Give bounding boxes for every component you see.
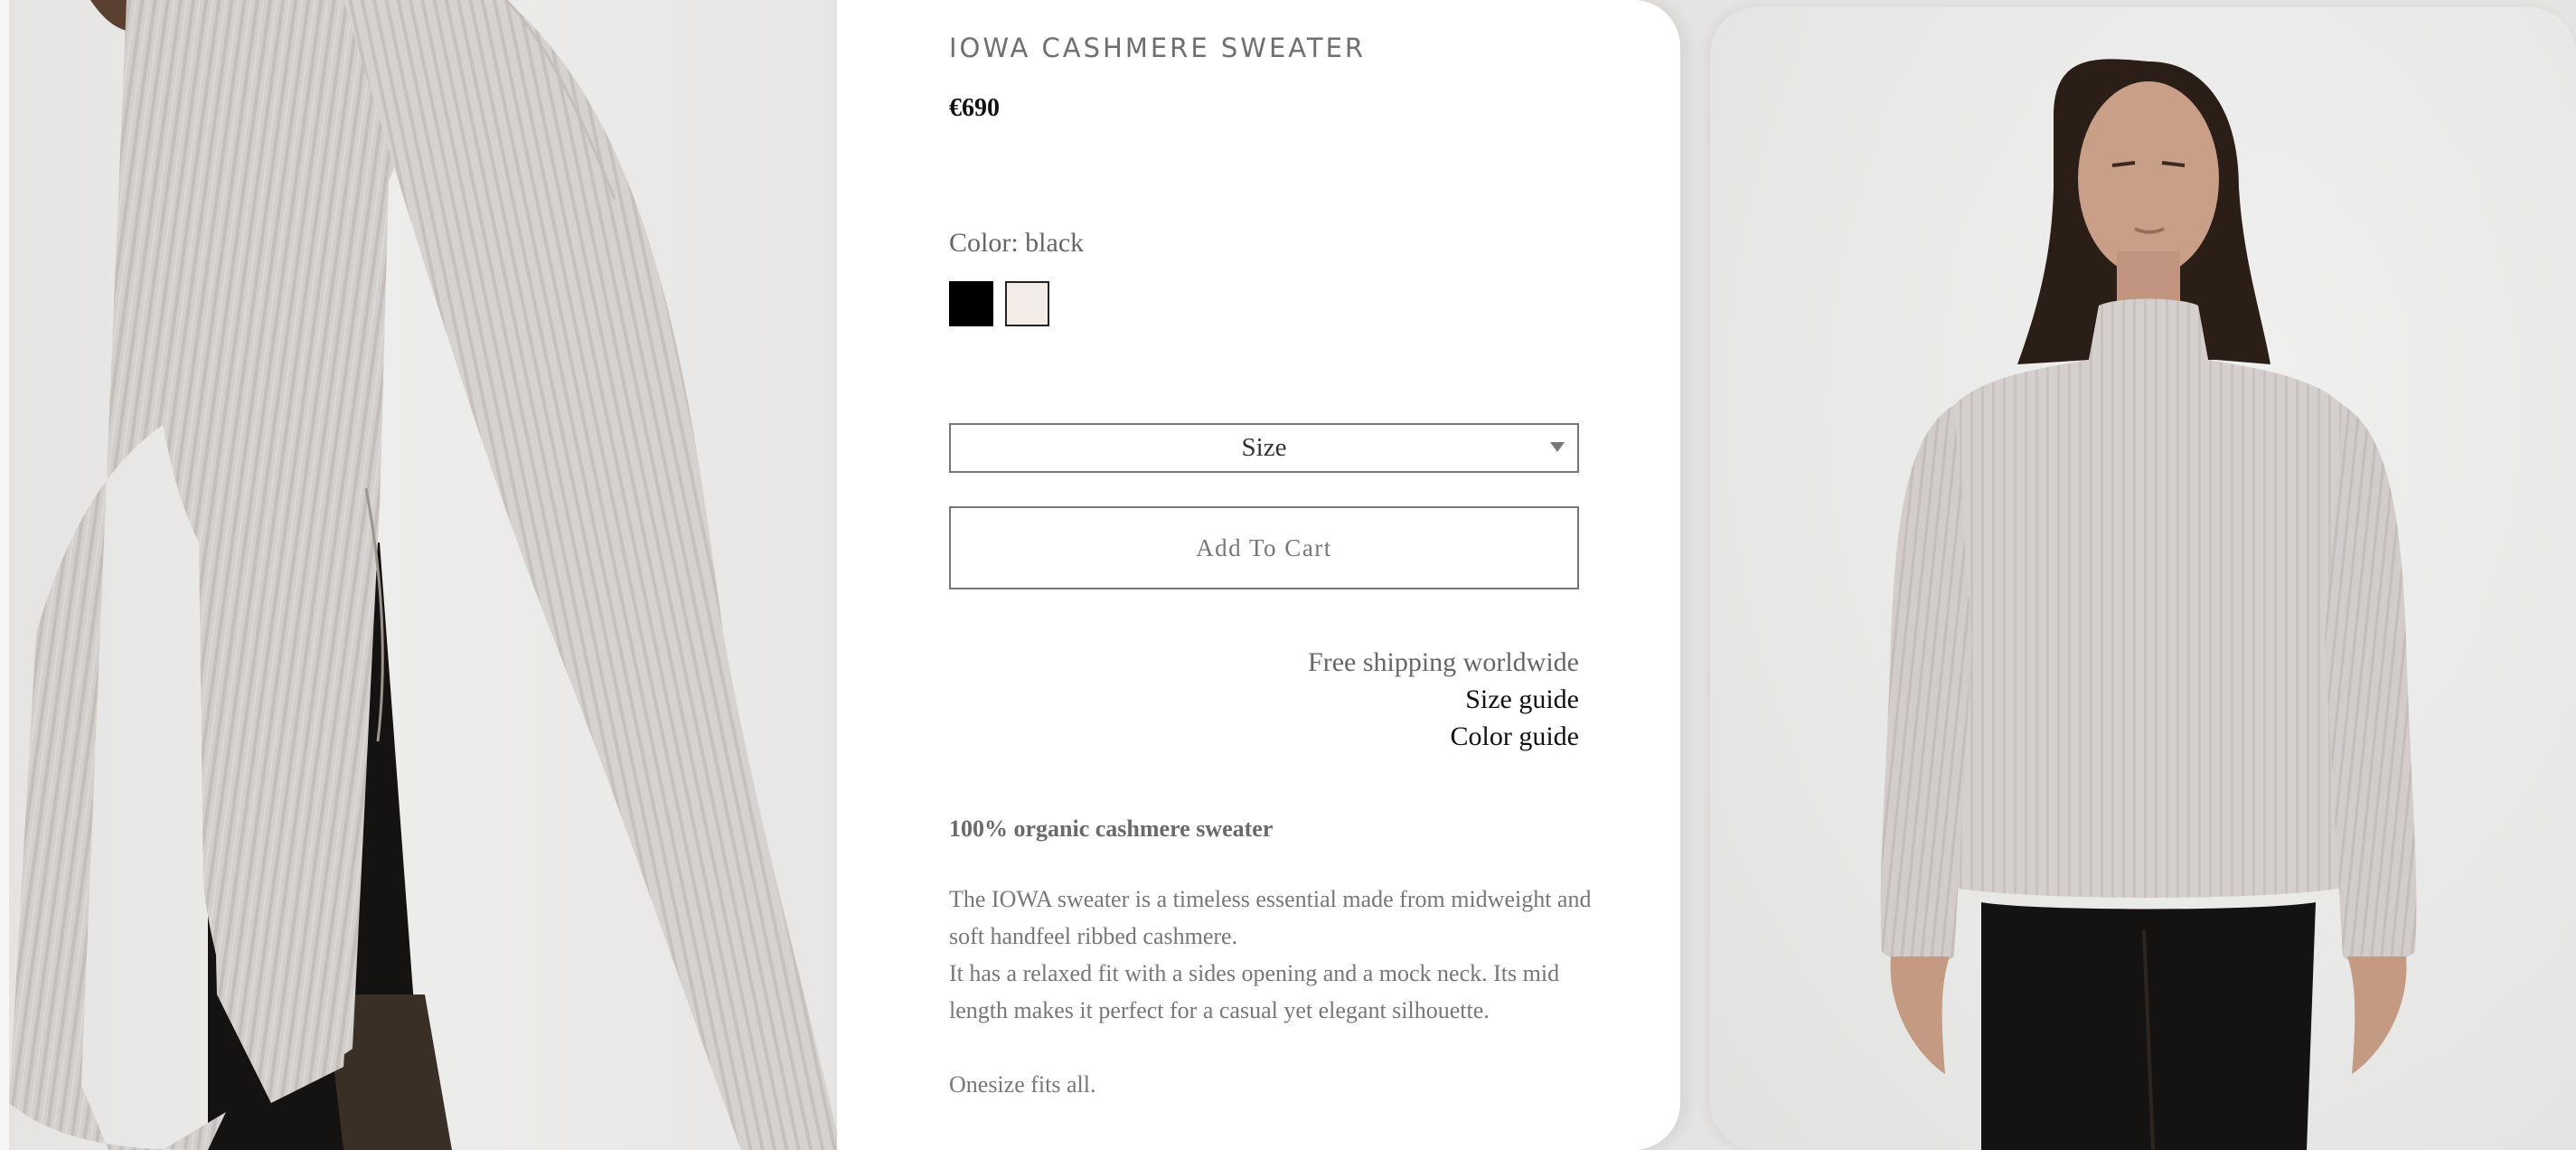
info-links: Free shipping worldwide Size guide Color… bbox=[1308, 644, 1579, 755]
product-image-side-detail[interactable] bbox=[0, 0, 850, 1150]
description-headline: 100% organic cashmere sweater bbox=[949, 815, 1274, 842]
size-select[interactable]: Size bbox=[949, 423, 1579, 473]
fit-note: Onesize fits all. bbox=[949, 1071, 1096, 1098]
product-image-model-front[interactable] bbox=[1710, 7, 2576, 1150]
swatch-black[interactable] bbox=[949, 281, 993, 326]
color-label: Color: black bbox=[949, 228, 1085, 258]
model-front-illustration bbox=[1880, 59, 2417, 1150]
description-paragraph-2: It has a relaxed fit with a sides openin… bbox=[949, 960, 1560, 1023]
shipping-note: Free shipping worldwide bbox=[1308, 647, 1579, 677]
product-info-panel: IOWA CASHMERE SWEATER €690 Color: black … bbox=[837, 0, 1680, 1150]
sweater-side-illustration bbox=[9, 0, 841, 1150]
swatch-cream[interactable] bbox=[1005, 281, 1049, 326]
product-price: €690 bbox=[949, 94, 1000, 122]
chevron-down-icon bbox=[1550, 442, 1565, 452]
description-paragraph-1: The IOWA sweater is a timeless essential… bbox=[949, 886, 1592, 949]
add-to-cart-button[interactable]: Add To Cart bbox=[949, 506, 1579, 589]
product-description: 100% organic cashmere sweater The IOWA s… bbox=[949, 810, 1600, 1103]
color-guide-link[interactable]: Color guide bbox=[1308, 718, 1580, 755]
product-title: IOWA CASHMERE SWEATER bbox=[949, 33, 1367, 63]
size-select-label: Size bbox=[1241, 433, 1287, 462]
size-guide-link[interactable]: Size guide bbox=[1308, 681, 1579, 718]
